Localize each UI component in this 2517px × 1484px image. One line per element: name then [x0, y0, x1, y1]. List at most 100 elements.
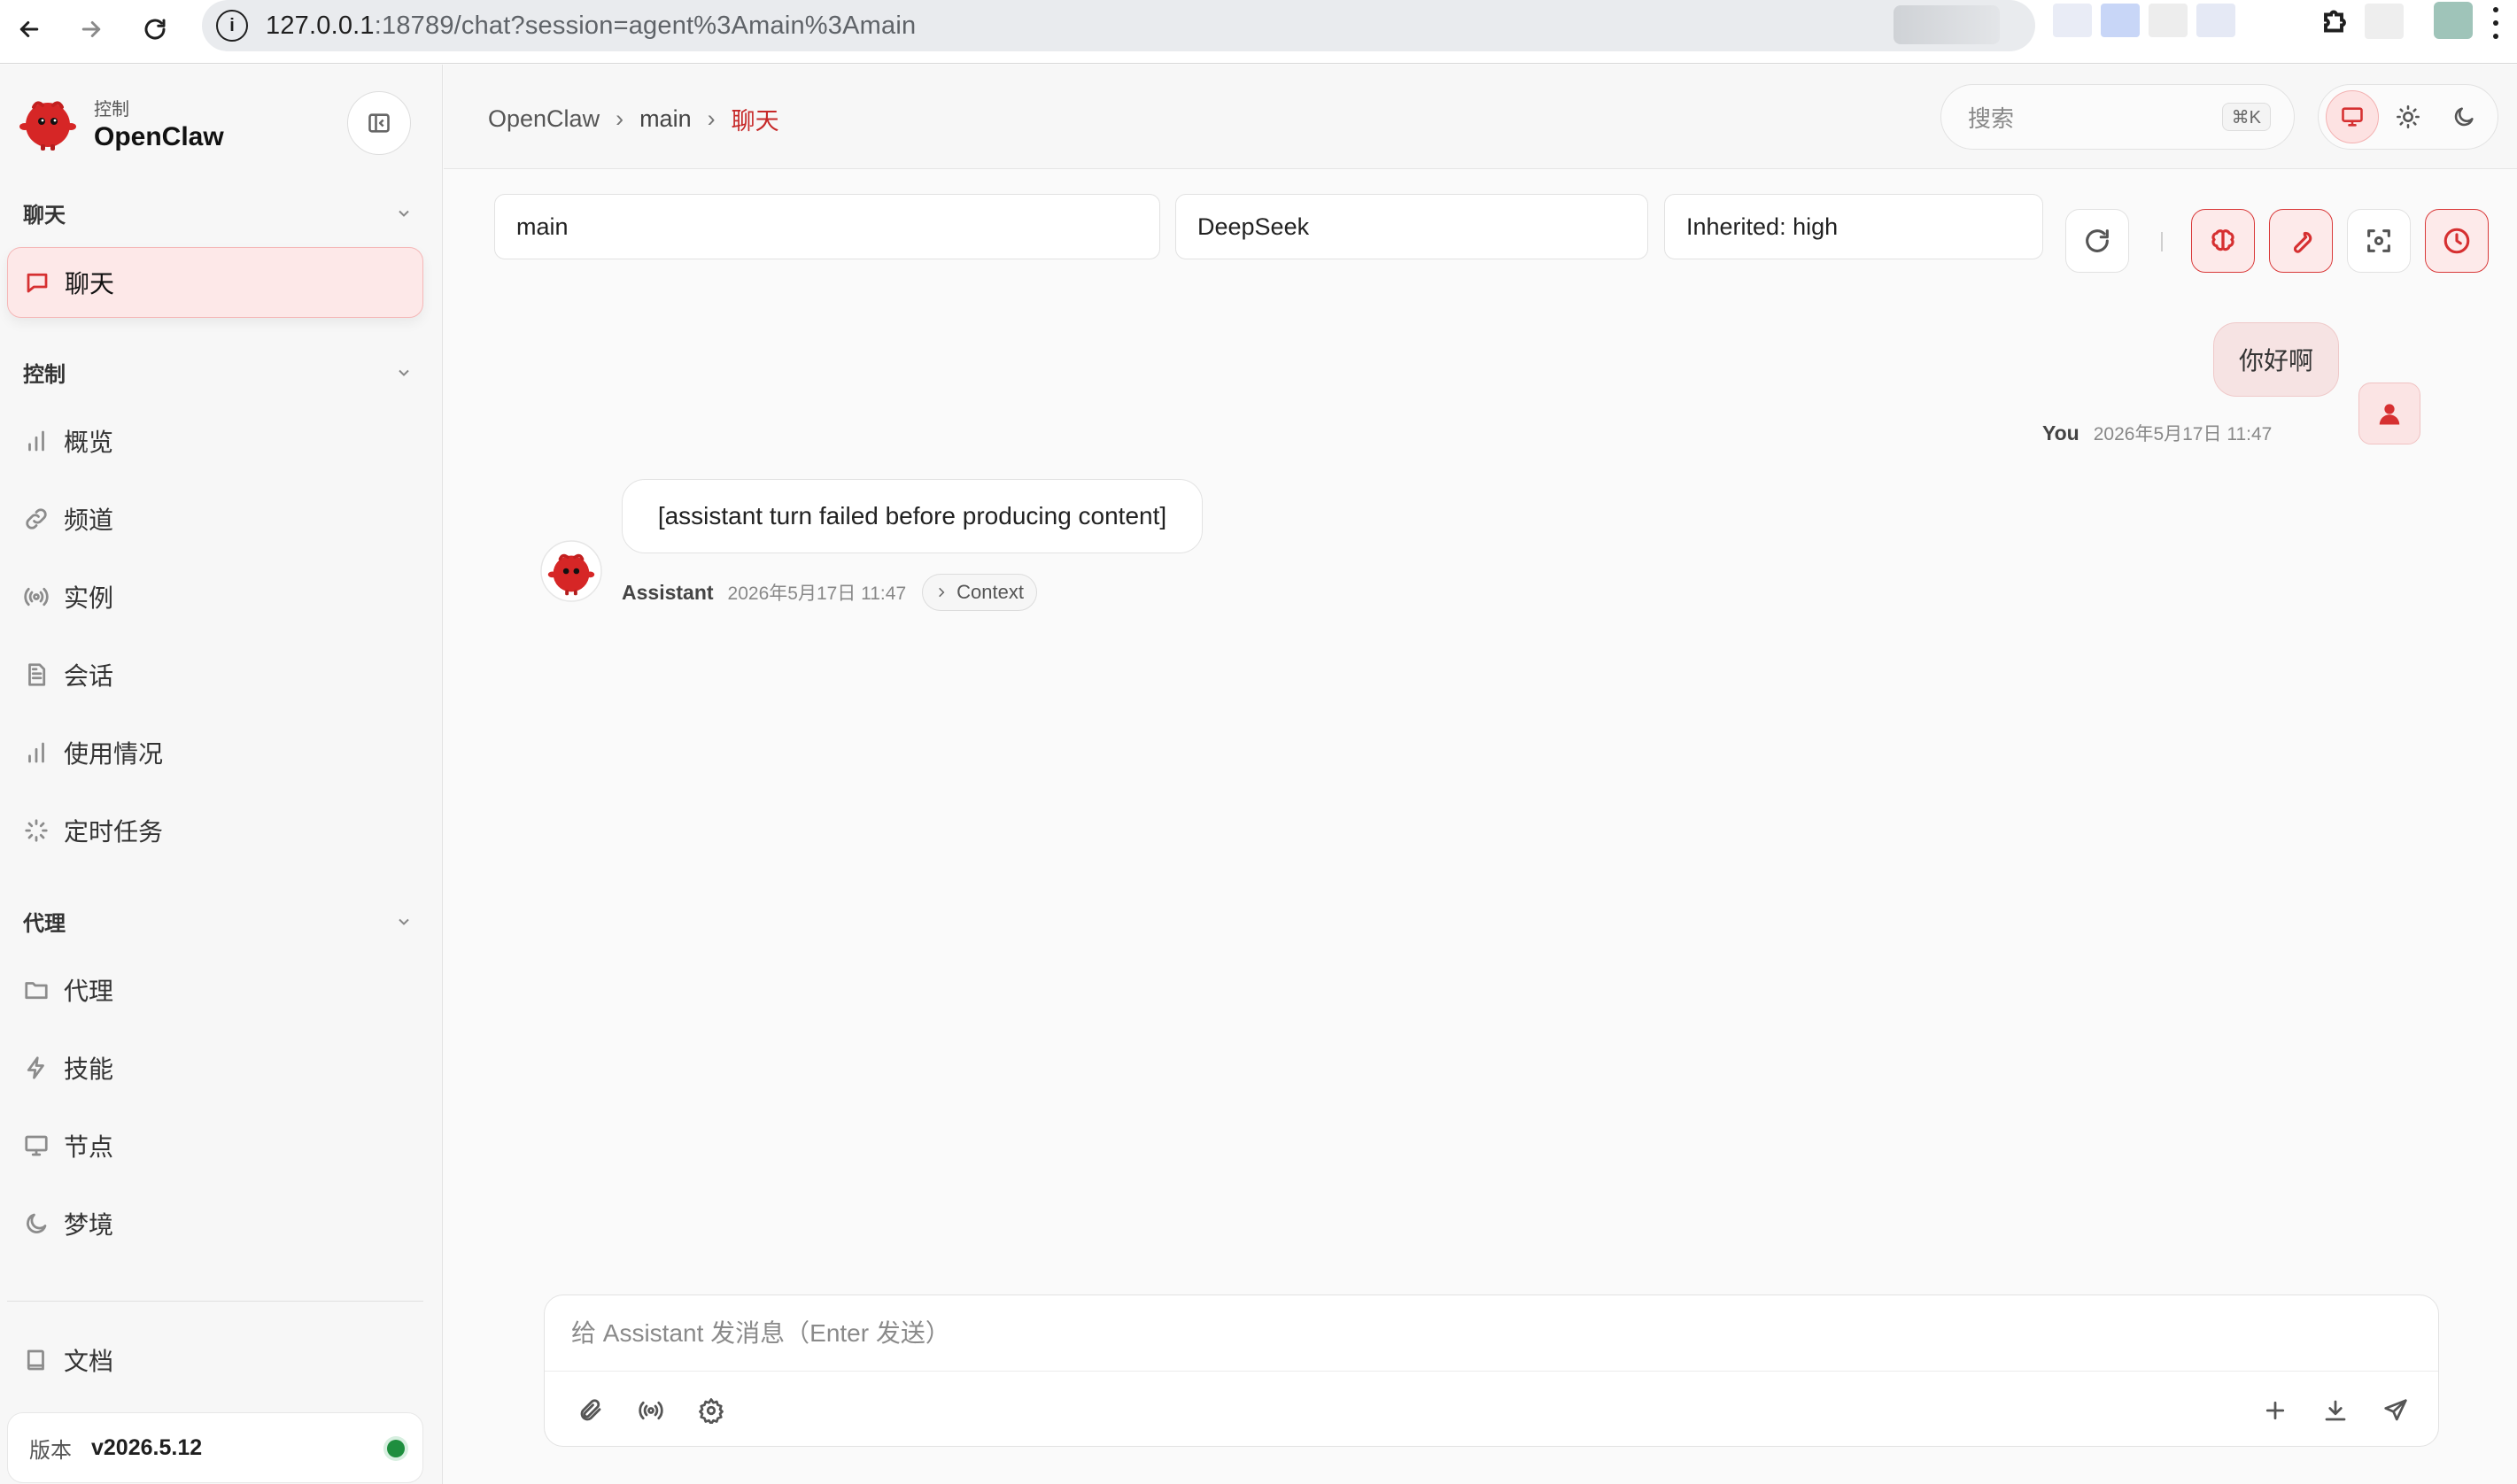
- user-message-text: 你好啊: [2238, 347, 2313, 375]
- sidebar-item-docs[interactable]: 文档: [7, 1325, 423, 1395]
- focus-mode-button[interactable]: [2347, 209, 2411, 273]
- brand-subtitle: 控制: [94, 99, 129, 120]
- sidebar-item-skills[interactable]: 技能: [7, 1032, 423, 1103]
- breadcrumb-current: 聊天: [731, 108, 779, 135]
- brain-icon: [2211, 229, 2234, 251]
- export-button[interactable]: [2314, 1389, 2357, 1432]
- extension-icon[interactable]: [2365, 4, 2404, 39]
- new-session-button[interactable]: [2254, 1389, 2296, 1432]
- puzzle-icon: [2324, 10, 2346, 33]
- theme-dark-button[interactable]: [2437, 90, 2490, 143]
- message-input[interactable]: [545, 1295, 2438, 1372]
- user-message-meta: You 2026年5月17日 11:47: [2042, 420, 2272, 446]
- collapse-sidebar-button[interactable]: [347, 91, 411, 155]
- search-input[interactable]: 搜索 ⌘K: [1940, 84, 2295, 150]
- download-icon: [2325, 1400, 2346, 1421]
- model-select[interactable]: DeepSeek: [1175, 194, 1648, 259]
- voice-button[interactable]: [630, 1389, 672, 1432]
- site-info-icon[interactable]: i: [216, 10, 248, 42]
- breadcrumb: OpenClaw › main › 聊天: [488, 102, 779, 136]
- refresh-button[interactable]: [2065, 209, 2129, 273]
- sidebar-item-label: 实例: [64, 584, 114, 612]
- sidebar-item-chat[interactable]: 聊天: [7, 247, 423, 318]
- group-header-control[interactable]: 控制: [23, 357, 413, 388]
- link-icon: [26, 508, 47, 529]
- focus-icon: [2367, 229, 2390, 252]
- sidebar-item-overview[interactable]: 概览: [7, 406, 423, 476]
- sidebar-item-label: 技能: [64, 1055, 114, 1083]
- sidebar-item-label: 定时任务: [64, 818, 164, 846]
- sun-icon: [2397, 105, 2420, 128]
- extension-icon[interactable]: [2149, 4, 2188, 37]
- browser-menu-button[interactable]: [2490, 7, 2501, 39]
- sidebar-item-cron-jobs[interactable]: 定时任务: [7, 795, 423, 866]
- back-button[interactable]: [7, 7, 51, 51]
- breadcrumb-item[interactable]: OpenClaw: [488, 105, 600, 133]
- sidebar-divider: [7, 1301, 423, 1302]
- message-timestamp: 2026年5月17日 11:47: [2093, 424, 2273, 444]
- moon-icon: [27, 1213, 47, 1233]
- sidebar-item-label: 会话: [64, 662, 114, 690]
- tools-toggle-button[interactable]: [2269, 209, 2333, 273]
- theme-light-button[interactable]: [2381, 90, 2435, 143]
- file-text-icon: [28, 663, 46, 686]
- group-header-chat[interactable]: 聊天: [23, 197, 413, 228]
- breadcrumb-separator: ›: [707, 105, 716, 132]
- breadcrumb-item[interactable]: main: [639, 105, 692, 133]
- brand: 控制 OpenClaw: [16, 91, 224, 155]
- sidebar-item-label: 梦境: [64, 1211, 114, 1239]
- group-label: 聊天: [23, 204, 66, 228]
- radio-icon: [24, 587, 49, 607]
- user-avatar: [2358, 383, 2420, 444]
- loader-icon: [25, 819, 48, 842]
- monitor-icon: [2341, 107, 2363, 127]
- thinking-level-select[interactable]: Inherited: high: [1664, 194, 2043, 259]
- sidebar-item-label: 使用情况: [64, 740, 164, 768]
- openclaw-logo-icon: [19, 101, 76, 151]
- reload-button[interactable]: [133, 7, 177, 51]
- extension-icon[interactable]: [2196, 4, 2235, 37]
- sidebar-item-label: 频道: [64, 506, 114, 534]
- send-button[interactable]: [2374, 1389, 2417, 1432]
- forward-button[interactable]: [69, 7, 113, 51]
- agent-select-value: main: [516, 213, 569, 240]
- sidebar-item-nodes[interactable]: 节点: [7, 1110, 423, 1181]
- assistant-message-text: [assistant turn failed before producing …: [657, 502, 1167, 529]
- user-icon: [2379, 404, 2400, 425]
- chevron-right-icon: [939, 587, 945, 598]
- chevron-down-icon: [399, 918, 409, 925]
- extension-icon[interactable]: [2053, 4, 2092, 37]
- sidebar-item-dreams[interactable]: 梦境: [7, 1188, 423, 1259]
- toolbar-divider: [2161, 232, 2163, 251]
- refresh-icon: [2086, 229, 2109, 252]
- sidebar-item-agents[interactable]: 代理: [7, 955, 423, 1025]
- agent-select[interactable]: main: [494, 194, 1160, 259]
- model-select-value: DeepSeek: [1197, 213, 1310, 240]
- context-toggle[interactable]: Context: [922, 574, 1037, 611]
- extensions-button[interactable]: [2320, 5, 2356, 41]
- assistant-message-meta: Assistant 2026年5月17日 11:47 Context: [622, 574, 1037, 611]
- composer-settings-button[interactable]: [690, 1389, 732, 1432]
- group-header-agents[interactable]: 代理: [23, 906, 413, 937]
- sidebar-item-sessions[interactable]: 会话: [7, 639, 423, 710]
- extension-icons: [2053, 4, 2235, 39]
- history-button[interactable]: [2425, 209, 2489, 273]
- sidebar-toggle-icon: [368, 113, 390, 133]
- sidebar-item-instances[interactable]: 实例: [7, 561, 423, 632]
- clock-icon: [2443, 228, 2470, 254]
- blurred-region: [1894, 5, 2000, 44]
- sidebar: 控制 OpenClaw 聊天 聊天 控制 概览 频道 实例 会话 使用情况 定时…: [0, 65, 443, 1484]
- thinking-toggle-button[interactable]: [2191, 209, 2255, 273]
- sidebar-item-label: 文档: [64, 1348, 114, 1375]
- sidebar-item-channels[interactable]: 频道: [7, 483, 423, 554]
- profile-avatar[interactable]: [2434, 2, 2473, 39]
- chevron-down-icon: [399, 210, 409, 217]
- theme-system-button[interactable]: [2325, 90, 2379, 143]
- extension-icon[interactable]: [2101, 4, 2140, 37]
- version-card: 版本 v2026.5.12: [7, 1412, 423, 1483]
- address-url: 127.0.0.1:18789/chat?session=agent%3Amai…: [266, 11, 917, 40]
- address-bar[interactable]: i 127.0.0.1:18789/chat?session=agent%3Am…: [202, 0, 2035, 51]
- bar-chart-icon: [28, 430, 44, 452]
- sidebar-item-usage[interactable]: 使用情况: [7, 717, 423, 788]
- attach-button[interactable]: [569, 1389, 612, 1432]
